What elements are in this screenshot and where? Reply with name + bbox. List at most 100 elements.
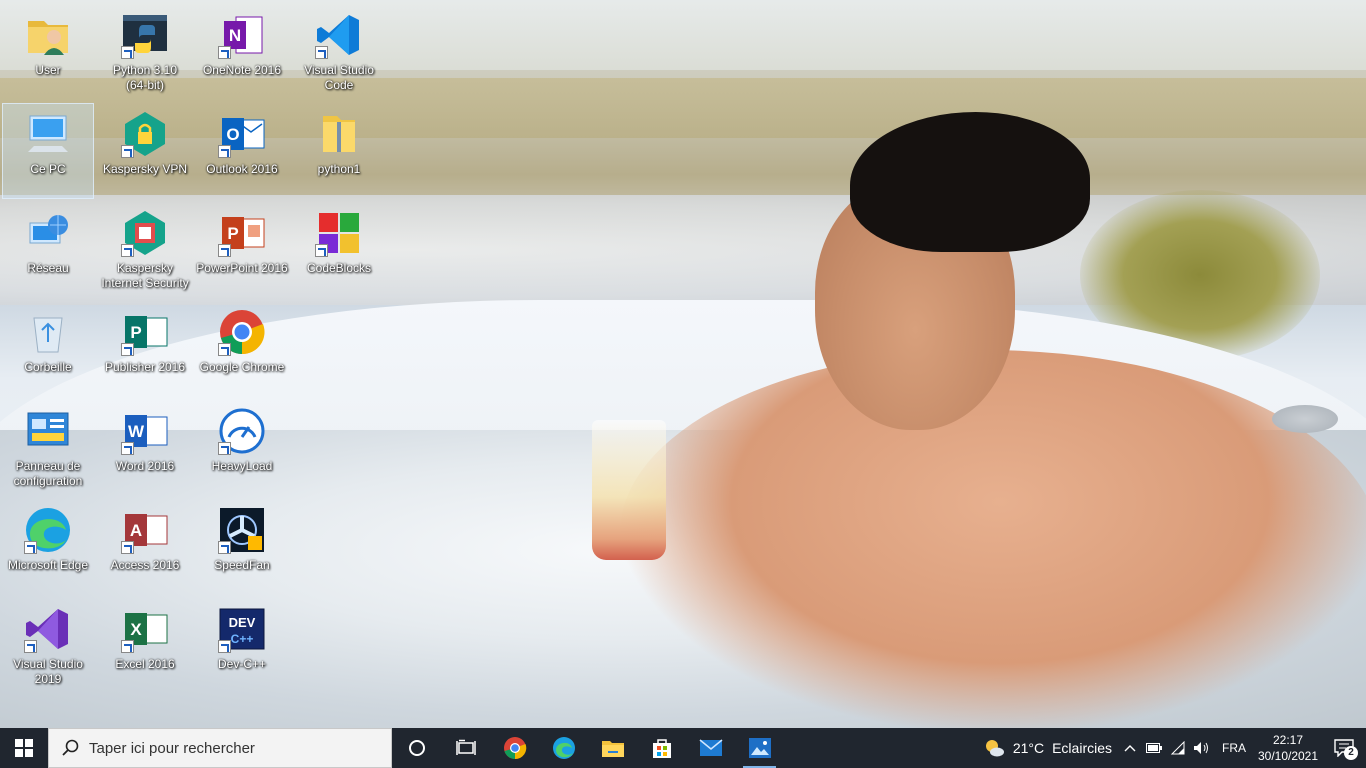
desktop-icon-codeblocks[interactable]: CodeBlocks: [293, 202, 385, 298]
desktop-icon-word[interactable]: W Word 2016: [99, 400, 191, 496]
desktop-icon-onenote[interactable]: N OneNote 2016: [196, 4, 288, 100]
desktop-icon-label: CodeBlocks: [306, 261, 372, 275]
shortcut-arrow-icon: [121, 442, 134, 455]
cortana-button[interactable]: [392, 728, 441, 768]
photos-icon: [748, 738, 771, 758]
show-hidden-icons-button[interactable]: [1118, 728, 1142, 768]
chrome-icon: [218, 308, 266, 356]
network-button[interactable]: [1166, 728, 1190, 768]
task-view-button[interactable]: [441, 728, 490, 768]
taskbar-store[interactable]: [637, 728, 686, 768]
desktop-icon-zip-folder[interactable]: python1: [293, 103, 385, 199]
shortcut-arrow-icon: [121, 541, 134, 554]
system-tray: 21°C Eclaircies FRA 22:17 30/10/2021 2: [977, 728, 1366, 768]
devcpp-icon: DEV C++: [218, 605, 266, 653]
volume-button[interactable]: [1190, 728, 1214, 768]
desktop-icon-vscode[interactable]: Visual Studio Code: [293, 4, 385, 100]
taskbar-mail[interactable]: [686, 728, 735, 768]
chrome-icon: [503, 737, 526, 760]
publisher-icon: P: [121, 308, 169, 356]
zip-folder-icon: [315, 110, 363, 158]
desktop-icon-excel[interactable]: X Excel 2016: [99, 598, 191, 694]
start-button[interactable]: [0, 728, 48, 768]
desktop-icon-kaspersky-vpn[interactable]: Kaspersky VPN: [99, 103, 191, 199]
python-icon: [121, 11, 169, 59]
taskbar: 21°C Eclaircies FRA 22:17 30/10/2021: [0, 728, 1366, 768]
shortcut-arrow-icon: [121, 145, 134, 158]
svg-text:W: W: [128, 422, 145, 441]
desktop-icon-this-pc[interactable]: Ce PC: [2, 103, 94, 199]
input-language[interactable]: FRA: [1214, 741, 1254, 755]
desktop-icon-control-panel[interactable]: Panneau de configuration: [2, 400, 94, 496]
desktop-icon-user-folder[interactable]: User: [2, 4, 94, 100]
wifi-icon: [1170, 741, 1185, 755]
taskbar-file-explorer[interactable]: [588, 728, 637, 768]
desktop-icon-recycle-bin[interactable]: Corbeille: [2, 301, 94, 397]
shortcut-arrow-icon: [218, 442, 231, 455]
desktop-icon-heavyload[interactable]: HeavyLoad: [196, 400, 288, 496]
shortcut-arrow-icon: [218, 244, 231, 257]
network-icon: [24, 209, 72, 257]
desktop-icon-access[interactable]: A Access 2016: [99, 499, 191, 595]
clock-date: 30/10/2021: [1257, 749, 1319, 763]
shortcut-arrow-icon: [121, 640, 134, 653]
outlook-icon: O: [218, 110, 266, 158]
desktop-icon-publisher[interactable]: P Publisher 2016: [99, 301, 191, 397]
desktop-icon-visual-studio[interactable]: Visual Studio 2019: [2, 598, 94, 694]
access-icon: A: [121, 506, 169, 554]
taskbar-edge[interactable]: [539, 728, 588, 768]
clock[interactable]: 22:17 30/10/2021: [1254, 732, 1322, 764]
desktop-icon-label: Ce PC: [30, 162, 66, 176]
desktop-icon-devcpp[interactable]: DEV C++ Dev-C++: [196, 598, 288, 694]
this-pc-icon: [24, 110, 72, 158]
action-center-button[interactable]: 2: [1322, 728, 1366, 768]
powerpoint-icon: P: [218, 209, 266, 257]
svg-text:N: N: [229, 26, 241, 45]
windows-logo-icon: [15, 739, 33, 757]
desktop-icon-label: Kaspersky VPN: [102, 162, 188, 176]
battery-button[interactable]: [1142, 728, 1166, 768]
file-explorer-icon: [601, 741, 624, 757]
desktop-icon-powerpoint[interactable]: P PowerPoint 2016: [196, 202, 288, 298]
desktop-icon-kaspersky-is[interactable]: Kaspersky Internet Security: [99, 202, 191, 298]
task-view-icon: [455, 739, 476, 755]
taskbar-chrome[interactable]: [490, 728, 539, 768]
svg-text:O: O: [226, 125, 239, 144]
excel-icon: X: [121, 605, 169, 653]
desktop-icon-chrome[interactable]: Google Chrome: [196, 301, 288, 397]
vscode-icon: [315, 11, 363, 59]
desktop-icon-label: Microsoft Edge: [7, 558, 89, 572]
desktop-icon-label: Python 3.10 (64-bit): [112, 63, 178, 92]
kaspersky-vpn-icon: [121, 110, 169, 158]
desktop-icon-label: Kaspersky Internet Security: [101, 261, 189, 290]
weather-temperature: 21°C: [1012, 740, 1045, 756]
desktop-icon-label: python1: [317, 162, 361, 176]
word-icon: W: [121, 407, 169, 455]
shortcut-arrow-icon: [218, 145, 231, 158]
taskbar-photos[interactable]: [735, 728, 784, 768]
user-folder-icon: [24, 11, 72, 59]
taskbar-search-box[interactable]: [48, 728, 392, 768]
codeblocks-icon: [315, 209, 363, 257]
desktop-icon-label: Réseau: [27, 261, 69, 275]
desktop-icon-speedfan[interactable]: SpeedFan: [196, 499, 288, 595]
desktop-icon-outlook[interactable]: O Outlook 2016: [196, 103, 288, 199]
desktop-icon-label: User: [35, 63, 61, 77]
desktop-icon-label: Dev-C++: [217, 657, 267, 671]
desktop: User Ce PC Réseau Corbeille Panneau de config…: [0, 0, 1366, 728]
onenote-icon: N: [218, 11, 266, 59]
desktop-icon-label: OneNote 2016: [202, 63, 282, 77]
desktop-icon-label: Publisher 2016: [104, 360, 186, 374]
control-panel-icon: [24, 407, 72, 455]
shortcut-arrow-icon: [218, 640, 231, 653]
desktop-icon-network[interactable]: Réseau: [2, 202, 94, 298]
search-input[interactable]: [89, 739, 379, 757]
desktop-icon-label: Word 2016: [115, 459, 175, 473]
desktop-icon-edge[interactable]: Microsoft Edge: [2, 499, 94, 595]
weather-widget[interactable]: 21°C Eclaircies: [977, 728, 1118, 768]
svg-text:DEV: DEV: [229, 615, 256, 630]
desktop-icon-label: HeavyLoad: [211, 459, 273, 473]
shortcut-arrow-icon: [121, 244, 134, 257]
desktop-icon-label: Corbeille: [24, 360, 72, 374]
desktop-icon-python[interactable]: Python 3.10 (64-bit): [99, 4, 191, 100]
